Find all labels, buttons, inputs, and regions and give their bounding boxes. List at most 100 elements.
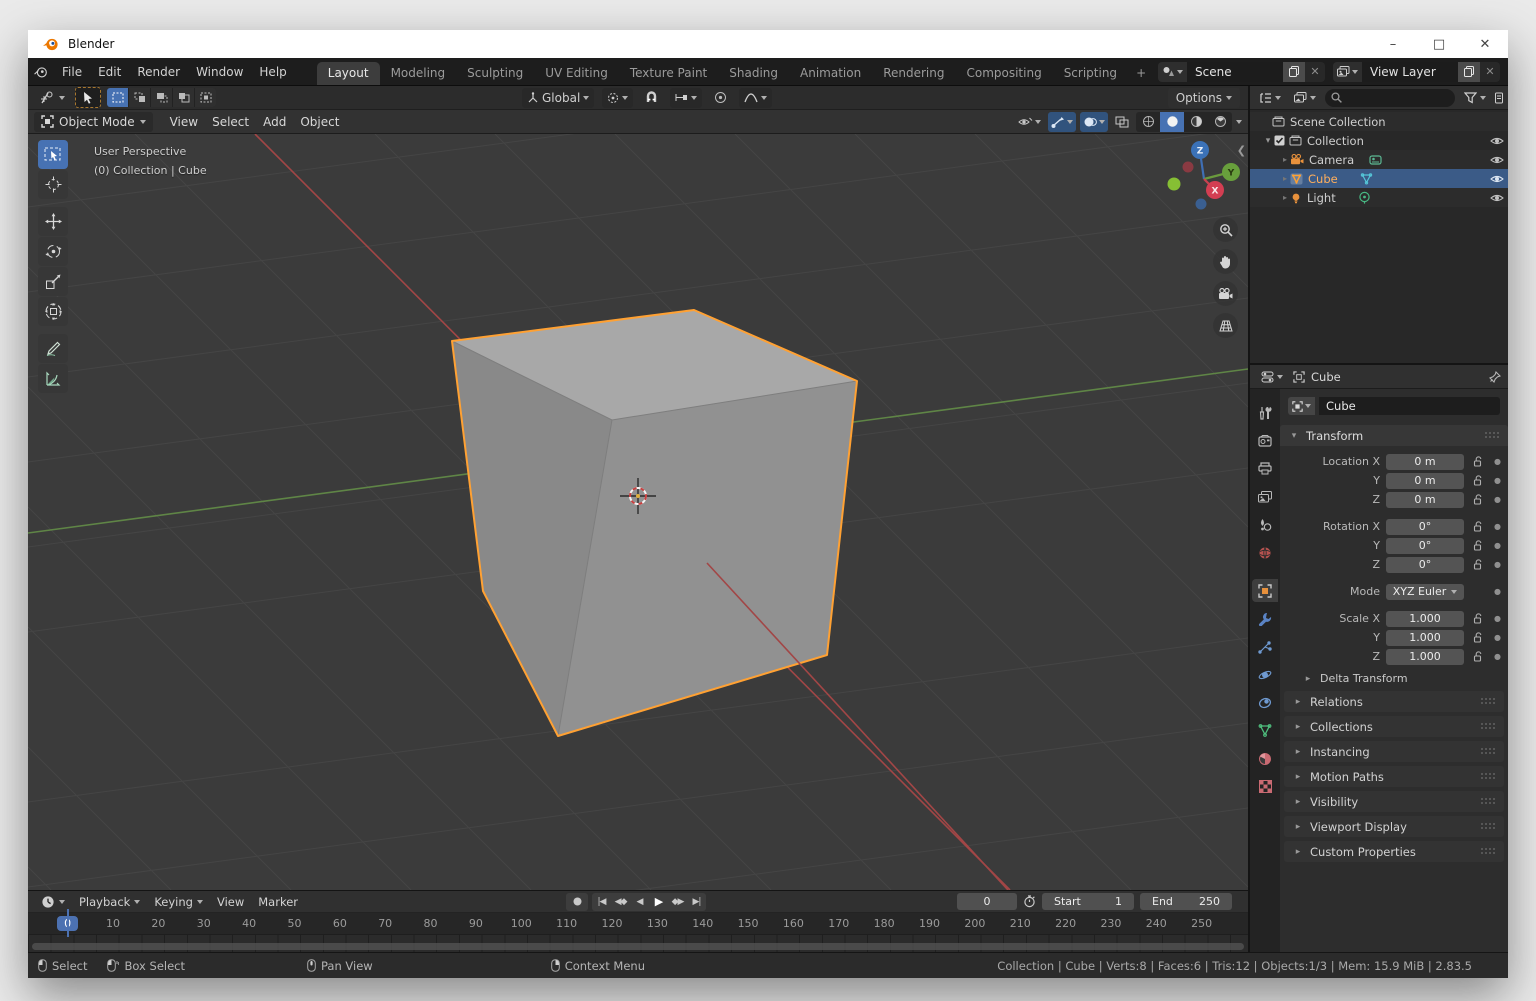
view-layer-icon[interactable] [1333, 62, 1362, 82]
object-id-dropdown[interactable] [1288, 397, 1315, 415]
drag-handle-icon[interactable] [1485, 432, 1500, 439]
hide-toggle[interactable] [1490, 174, 1504, 184]
timeline-scroll-area[interactable] [28, 935, 1248, 952]
tab-scripting[interactable]: Scripting [1053, 62, 1128, 85]
animate-dot[interactable]: ● [1494, 614, 1501, 623]
shading-rendered-button[interactable] [1208, 112, 1232, 132]
select-extend-button[interactable] [129, 88, 150, 107]
row-collection[interactable]: ▾ Collection [1250, 131, 1508, 150]
animate-dot[interactable]: ● [1494, 587, 1501, 596]
tab-animation[interactable]: Animation [789, 62, 872, 85]
row-cube[interactable]: ▸ Cube [1250, 169, 1508, 188]
close-button[interactable]: ✕ [1462, 30, 1508, 58]
drag-handle-icon[interactable] [1481, 748, 1496, 755]
shading-dropdown[interactable] [1236, 120, 1242, 124]
scale-x-field[interactable]: 1.000 [1386, 611, 1464, 627]
tab-texture-paint[interactable]: Texture Paint [619, 62, 718, 85]
end-frame-field[interactable]: End250 [1140, 893, 1232, 910]
select-set-button[interactable] [107, 88, 128, 107]
lock-icon[interactable] [1468, 521, 1488, 532]
drag-handle-icon[interactable] [1481, 798, 1496, 805]
animate-dot[interactable]: ● [1494, 633, 1501, 642]
gizmos-toggle[interactable] [1048, 112, 1076, 132]
tab-world[interactable] [1252, 541, 1278, 564]
object-visibility-dropdown[interactable] [1015, 112, 1044, 132]
menu-file[interactable]: File [54, 58, 90, 85]
menu-keying[interactable]: Keying [147, 895, 210, 909]
rotate-tool[interactable] [38, 237, 68, 266]
viewport-3d[interactable]: Z Y X User Perspective (0) Collection | … [28, 134, 1248, 890]
menu-select[interactable]: Select [205, 115, 256, 129]
camera-data-icon[interactable] [1368, 154, 1383, 166]
drag-handle-icon[interactable] [1481, 848, 1496, 855]
menu-playback[interactable]: Playback [72, 895, 147, 909]
animate-dot[interactable]: ● [1494, 652, 1501, 661]
animate-dot[interactable]: ● [1494, 476, 1501, 485]
row-camera[interactable]: ▸ Camera [1250, 150, 1508, 169]
tab-material[interactable] [1252, 747, 1278, 770]
panel-viewport-display[interactable]: ▸Viewport Display [1284, 816, 1504, 837]
select-subtract-button[interactable] [151, 88, 172, 107]
current-frame-field[interactable]: 0 [957, 893, 1017, 910]
animate-dot[interactable]: ● [1494, 560, 1501, 569]
xray-toggle[interactable] [1112, 112, 1132, 132]
tab-view-layer[interactable] [1252, 485, 1278, 508]
delta-transform-panel[interactable]: ▸ Delta Transform [1280, 666, 1508, 691]
outliner-display-mode-dropdown[interactable] [1290, 88, 1320, 108]
shading-material-button[interactable] [1184, 112, 1208, 132]
move-tool[interactable] [38, 207, 68, 236]
panel-instancing[interactable]: ▸Instancing [1284, 741, 1504, 762]
sidebar-toggle[interactable]: ❮ [1237, 144, 1246, 157]
animate-dot[interactable]: ● [1494, 541, 1501, 550]
panel-collections[interactable]: ▸Collections [1284, 716, 1504, 737]
prev-keyframe-button[interactable]: ◀◆ [611, 893, 630, 911]
tab-output[interactable] [1252, 457, 1278, 480]
animate-dot[interactable]: ● [1494, 522, 1501, 531]
rotation-x-field[interactable]: 0° [1386, 519, 1464, 535]
snap-settings-dropdown[interactable] [670, 88, 702, 108]
drag-handle-icon[interactable] [1481, 823, 1496, 830]
tool-dropdown[interactable] [36, 88, 69, 108]
play-button[interactable]: ▶ [649, 893, 668, 911]
menu-add[interactable]: Add [256, 115, 293, 129]
timeline-hscrollbar[interactable] [32, 943, 1244, 950]
next-keyframe-button[interactable]: ◆▶ [668, 893, 687, 911]
hide-toggle[interactable] [1490, 136, 1504, 146]
tab-compositing[interactable]: Compositing [955, 62, 1052, 85]
object-name-field[interactable]: Cube [1319, 397, 1500, 415]
lock-icon[interactable] [1468, 632, 1488, 643]
menu-help[interactable]: Help [251, 58, 294, 85]
animate-dot[interactable]: ● [1494, 495, 1501, 504]
pivot-point-dropdown[interactable] [602, 88, 633, 108]
menu-render[interactable]: Render [129, 58, 188, 85]
mesh-data-icon[interactable] [1360, 173, 1373, 185]
shading-solid-button[interactable] [1160, 112, 1184, 132]
tab-tool[interactable] [1252, 401, 1278, 424]
lock-icon[interactable] [1468, 540, 1488, 551]
proportional-editing-toggle[interactable] [710, 88, 731, 108]
light-data-icon[interactable] [1358, 191, 1371, 204]
checkbox-icon[interactable] [1274, 135, 1285, 146]
unlink-scene-button[interactable]: ✕ [1305, 62, 1325, 82]
tab-texture[interactable] [1252, 775, 1278, 798]
select-invert-button[interactable] [173, 88, 194, 107]
transform-tool[interactable] [38, 297, 68, 326]
tab-particles[interactable] [1252, 635, 1278, 658]
shading-wireframe-button[interactable] [1136, 112, 1160, 132]
overlays-toggle[interactable] [1080, 112, 1108, 132]
mode-dropdown[interactable]: Object Mode [34, 112, 153, 132]
new-scene-button[interactable] [1283, 62, 1305, 82]
select-intersect-button[interactable] [195, 88, 216, 107]
menu-object[interactable]: Object [293, 115, 346, 129]
rotation-mode-dropdown[interactable]: XYZ Euler [1386, 584, 1464, 600]
menu-window[interactable]: Window [188, 58, 251, 85]
tab-sculpting[interactable]: Sculpting [456, 62, 534, 85]
panel-custom-properties[interactable]: ▸Custom Properties [1284, 841, 1504, 862]
menu-tl-view[interactable]: View [210, 895, 251, 909]
drag-handle-icon[interactable] [1481, 723, 1496, 730]
use-preview-range-toggle[interactable] [1023, 895, 1036, 908]
zoom-button[interactable] [1213, 217, 1238, 242]
tab-constraints[interactable] [1252, 691, 1278, 714]
tab-modifiers[interactable] [1252, 607, 1278, 630]
tab-scene[interactable] [1252, 513, 1278, 536]
